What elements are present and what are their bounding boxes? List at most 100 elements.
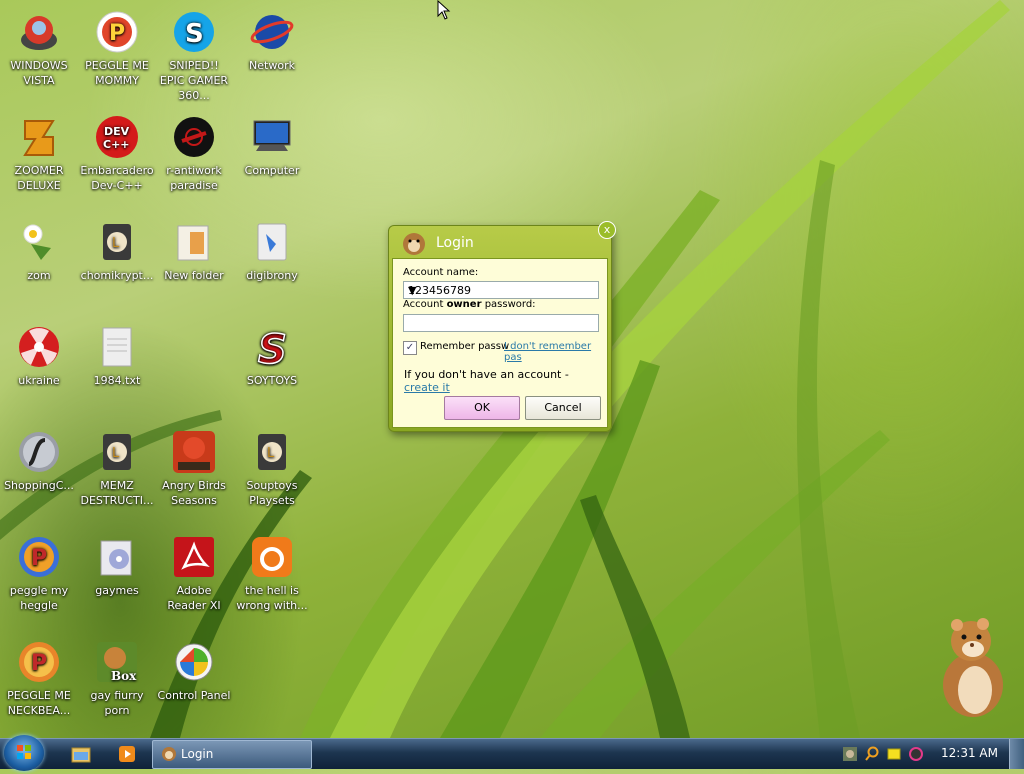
desktop-icon-chomikrypt[interactable]: L chomikrypt... <box>79 212 155 283</box>
desktop-icon-zoomer-deluxe[interactable]: ZOOMER DELUXE <box>1 107 77 193</box>
desktop-icon-label: Embarcadero Dev-C++ <box>80 164 154 192</box>
network-icon <box>248 8 296 56</box>
notification-tray-icon[interactable] <box>886 746 902 762</box>
search-tray-icon[interactable] <box>864 746 880 762</box>
zom-icon <box>15 218 63 266</box>
desktop-icon-label: gay fiurry porn <box>90 689 144 717</box>
folder-icon <box>170 218 218 266</box>
hamster-desktop-pet[interactable] <box>935 615 1009 720</box>
create-account-link[interactable]: create it <box>404 381 450 394</box>
ukraine-icon <box>15 323 63 371</box>
svg-text:C++: C++ <box>103 138 130 151</box>
desktop-icon-soytoys[interactable]: S SOYTOYS <box>234 317 310 388</box>
desktop-icon-box[interactable]: Box gay fiurry porn <box>79 632 155 718</box>
ok-button[interactable]: OK <box>444 396 520 420</box>
peggle-icon: P <box>93 8 141 56</box>
desktop-icon-peggle-my-heggle[interactable]: P peggle my heggle <box>1 527 77 613</box>
desktop-icon-ukraine[interactable]: ukraine <box>1 317 77 388</box>
taskbar: Login 12:31 AM <box>0 735 1024 771</box>
angry-birds-icon <box>170 428 218 476</box>
svg-text:S: S <box>258 327 287 369</box>
desktop-icon-windows-vista[interactable]: WINDOWS VISTA <box>1 2 77 88</box>
desktop-icon-1984-txt[interactable]: 1984.txt <box>79 317 155 388</box>
memz-icon: L <box>93 428 141 476</box>
close-button[interactable]: x <box>598 221 616 239</box>
dev-cpp-icon: DEV C++ <box>93 113 141 161</box>
hamster-tray-icon[interactable] <box>842 746 858 762</box>
system-clock[interactable]: 12:31 AM <box>941 746 998 760</box>
password-field[interactable] <box>403 314 599 332</box>
account-name-select[interactable]: 123456789 ▼ <box>403 281 599 299</box>
account-name-label: Account name: <box>403 267 479 278</box>
desktop-icon-shopping[interactable]: ShoppingC... <box>1 422 77 493</box>
desktop-icon-label: ShoppingC... <box>4 479 74 492</box>
cancel-button[interactable]: Cancel <box>525 396 601 420</box>
desktop-icon-memz[interactable]: L MEMZ DESTRUCTI... <box>79 422 155 508</box>
mouse-cursor-icon <box>437 0 451 20</box>
peggle-neckbeard-icon: P <box>15 638 63 686</box>
svg-text:L: L <box>267 446 275 461</box>
windows-vista-icon <box>15 8 63 56</box>
desktop-icon-label: ZOOMER DELUXE <box>14 164 64 192</box>
start-button[interactable] <box>4 735 44 771</box>
desktop-icon-label: chomikrypt... <box>80 269 154 282</box>
desktop-icon-angry-birds[interactable]: Angry Birds Seasons <box>156 422 232 508</box>
desktop-icon-gaymes[interactable]: gaymes <box>79 527 155 598</box>
svg-text:P: P <box>31 546 47 571</box>
svg-text:S: S <box>185 19 204 49</box>
adobe-reader-icon <box>170 533 218 581</box>
desktop-icon-label: peggle my heggle <box>9 584 69 612</box>
desktop-icon-skype[interactable]: S SNIPED!! EPIC GAMER 360... <box>156 2 232 103</box>
show-desktop-button[interactable] <box>1009 739 1024 769</box>
digibrony-icon <box>248 218 296 266</box>
desktop-icon-label: WINDOWS VISTA <box>10 59 68 87</box>
desktop-icon-peggle-neckbeard[interactable]: P PEGGLE ME NECKBEA... <box>1 632 77 718</box>
desktop-icon-uc-browser[interactable]: the hell is wrong with... <box>234 527 310 613</box>
desktop-icon-adobe-reader[interactable]: Adobe Reader XI <box>156 527 232 613</box>
desktop-icon-peggle-me-mommy[interactable]: P PEGGLE ME MOMMY <box>79 2 155 88</box>
desktop-icon-label: gaymes <box>95 584 139 597</box>
desktop-icon-label: Angry Birds Seasons <box>162 479 226 507</box>
desktop-icon-label: PEGGLE ME NECKBEA... <box>7 689 71 717</box>
desktop-icon-network[interactable]: Network <box>234 2 310 73</box>
login-form: Account name: 123456789 ▼ Account owner … <box>392 258 608 428</box>
souptoys-icon: L <box>248 428 296 476</box>
desktop-icon-digibrony[interactable]: digibrony <box>234 212 310 283</box>
explorer-quicklaunch-icon[interactable] <box>70 744 92 764</box>
desktop-icon-computer[interactable]: Computer <box>234 107 310 178</box>
text-file-icon <box>93 323 141 371</box>
no-account-text: If you don't have an account - create it <box>404 368 569 394</box>
desktop-icon-label: digibrony <box>246 269 298 282</box>
desktop-icon-control-panel[interactable]: Control Panel <box>156 632 232 703</box>
remember-password-checkbox[interactable]: ✓ <box>403 341 417 355</box>
desktop-icon-label: Network <box>249 59 295 72</box>
desktop-icon-label: PEGGLE ME MOMMY <box>85 59 149 87</box>
forgot-password-link[interactable]: I don't remember pas <box>504 341 607 363</box>
dialog-title: Login <box>436 235 474 251</box>
desktop-icon-souptoys[interactable]: L Souptoys Playsets <box>234 422 310 508</box>
svg-text:P: P <box>109 21 125 46</box>
computer-icon <box>248 113 296 161</box>
desktop-icon-label: SNIPED!! EPIC GAMER 360... <box>159 59 229 102</box>
svg-text:Box: Box <box>111 669 137 683</box>
zoomer-deluxe-icon <box>15 113 63 161</box>
svg-text:L: L <box>112 446 120 461</box>
desktop-icon-label: zom <box>27 269 51 282</box>
desktop-icon-zom[interactable]: zom <box>1 212 77 283</box>
desktop-icon-dev-cpp[interactable]: DEV C++ Embarcadero Dev-C++ <box>79 107 155 193</box>
chevron-down-icon[interactable]: ▼ <box>408 284 595 297</box>
volume-tray-icon[interactable] <box>908 746 924 762</box>
desktop-icon-new-folder[interactable]: New folder <box>156 212 232 283</box>
media-player-quicklaunch-icon[interactable] <box>116 744 138 764</box>
taskbar-item-login[interactable]: Login <box>152 740 312 769</box>
taskbar-item-label: Login <box>181 747 214 761</box>
hamster-app-icon <box>401 231 427 257</box>
desktop-icon-label: r-antiwork paradise <box>166 164 222 192</box>
antiwork-icon <box>170 113 218 161</box>
login-dialog: Login x Account name: 123456789 ▼ Accoun… <box>388 221 616 432</box>
desktop-icon-antiwork[interactable]: r-antiwork paradise <box>156 107 232 193</box>
desktop-icon-label: ukraine <box>18 374 60 387</box>
windows-logo-icon <box>17 745 31 759</box>
flash-icon <box>15 428 63 476</box>
uc-browser-icon <box>248 533 296 581</box>
